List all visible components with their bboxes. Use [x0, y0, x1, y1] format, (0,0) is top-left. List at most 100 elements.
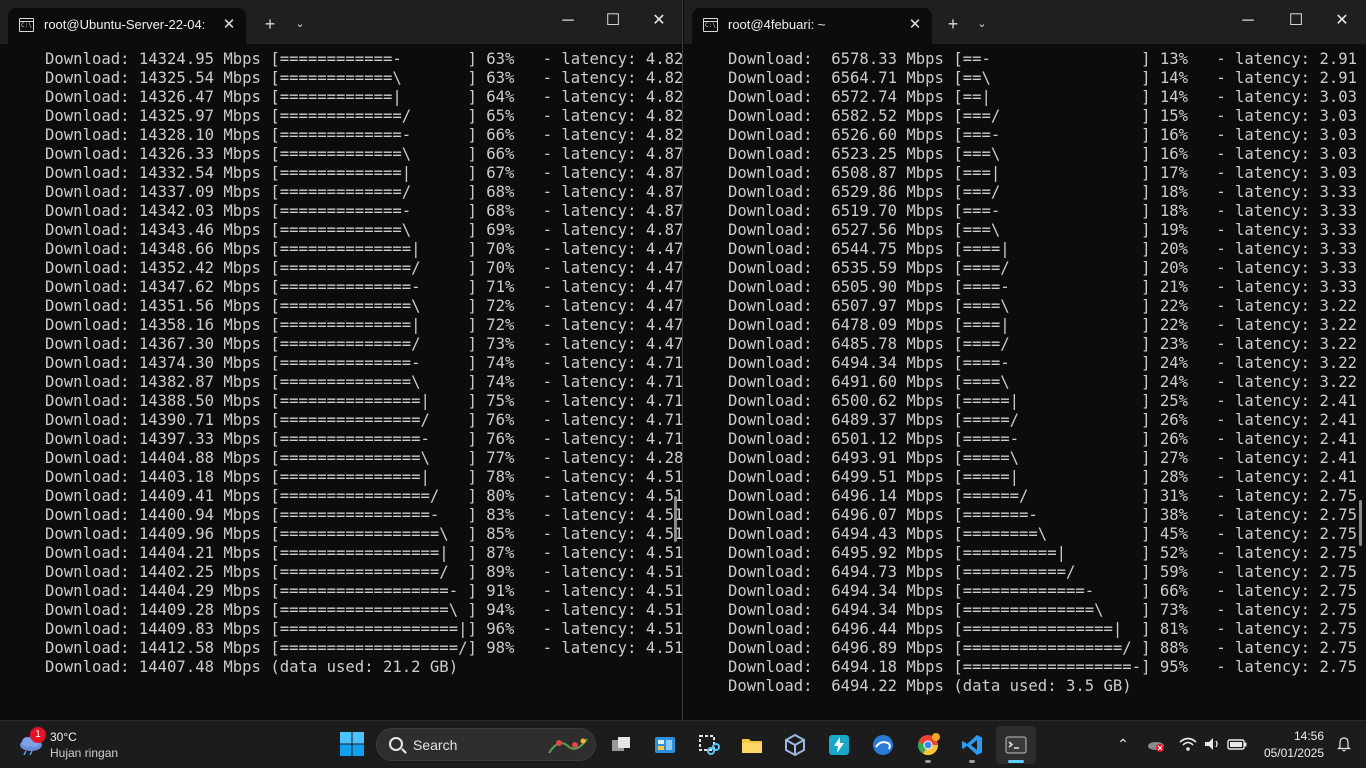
- tab-ubuntu-server[interactable]: root@Ubuntu-Server-22-04: ~ ✕: [8, 8, 246, 44]
- terminal-line: Download: 6544.75 Mbps [====| ] 20% - la…: [728, 240, 1358, 258]
- taskbar-file-explorer[interactable]: [732, 726, 772, 764]
- terminal-line: Download: 14388.50 Mbps [===============…: [45, 392, 683, 410]
- running-indicator: [969, 760, 975, 763]
- title-bar[interactable]: root@4febuari: ~ ✕ + ⌄ ─ ☐ ✕: [684, 0, 1366, 44]
- tab-title: root@Ubuntu-Server-22-04: ~: [44, 17, 204, 32]
- terminal-line: Download: 6496.14 Mbps [======/ ] 31% - …: [728, 487, 1358, 505]
- maximize-icon[interactable]: ☐: [1273, 4, 1319, 38]
- terminal-line: Download: 6494.43 Mbps [========\ ] 45% …: [728, 525, 1358, 543]
- terminal-line: Download: 6485.78 Mbps [====/ ] 23% - la…: [728, 335, 1358, 353]
- terminal-line: Download: 6494.34 Mbps [====- ] 24% - la…: [728, 354, 1358, 372]
- minimize-icon[interactable]: ─: [545, 4, 591, 38]
- terminal-line: Download: 14409.28 Mbps [===============…: [45, 601, 683, 619]
- terminal-line: Download: 6494.22 Mbps (data used: 3.5 G…: [728, 677, 1132, 695]
- taskbar-edge[interactable]: [863, 726, 903, 764]
- volume-icon[interactable]: [1202, 733, 1222, 755]
- running-indicator: [1008, 760, 1024, 763]
- weather-widget[interactable]: 1 30°C Hujan ringan: [18, 727, 138, 763]
- terminal-line: Download: 6535.59 Mbps [====/ ] 20% - la…: [728, 259, 1358, 277]
- taskbar-terminal[interactable]: [996, 726, 1036, 764]
- notification-bell-icon[interactable]: [1336, 736, 1352, 752]
- terminal-line: Download: 6572.74 Mbps [==| ] 14% - late…: [728, 88, 1358, 106]
- taskbar-power-automate[interactable]: [819, 726, 859, 764]
- wifi-icon[interactable]: [1178, 733, 1198, 755]
- terminal-icon: [1005, 736, 1027, 754]
- plus-icon[interactable]: +: [256, 10, 284, 38]
- terminal-line: Download: 14348.66 Mbps [==============|…: [45, 240, 683, 258]
- terminal-line: Download: 14382.87 Mbps [==============\…: [45, 373, 683, 391]
- command-prompt-icon: [19, 18, 34, 32]
- terminal-line: Download: 6495.92 Mbps [==========| ] 52…: [728, 544, 1358, 562]
- taskbar-task-view[interactable]: [601, 726, 641, 764]
- notification-badge: 1: [30, 727, 46, 743]
- terminal-line: Download: 14404.29 Mbps [===============…: [45, 582, 683, 600]
- terminal-output[interactable]: Download: 14324.95 Mbps [============- ]…: [0, 48, 682, 720]
- close-icon[interactable]: ✕: [1319, 4, 1365, 38]
- windows-logo-icon: [340, 732, 364, 756]
- scrollbar[interactable]: [1359, 500, 1362, 546]
- terminal-line: Download: 14403.18 Mbps [===============…: [45, 468, 683, 486]
- taskbar: 1 30°C Hujan ringan Search ⌃ 14:56 05/01…: [0, 720, 1366, 768]
- terminal-line: Download: 6526.60 Mbps [===- ] 16% - lat…: [728, 126, 1358, 144]
- terminal-line: Download: 6478.09 Mbps [====| ] 22% - la…: [728, 316, 1358, 334]
- terminal-line: Download: 14326.47 Mbps [============| ]…: [45, 88, 683, 106]
- terminal-line: Download: 6494.73 Mbps [===========/ ] 5…: [728, 563, 1358, 581]
- chevron-down-icon[interactable]: ⌄: [286, 10, 314, 38]
- terminal-line: Download: 6493.91 Mbps [=====\ ] 27% - l…: [728, 449, 1358, 467]
- terminal-line: Download: 14412.58 Mbps [===============…: [45, 639, 683, 657]
- terminal-line: Download: 6494.18 Mbps [================…: [728, 658, 1358, 676]
- terminal-line: Download: 6501.12 Mbps [=====- ] 26% - l…: [728, 430, 1358, 448]
- terminal-line: Download: 6496.89 Mbps [================…: [728, 639, 1358, 657]
- power-automate-icon: [829, 735, 849, 755]
- system-clock[interactable]: 14:56 05/01/2025: [1264, 728, 1324, 762]
- task-view-icon: [612, 737, 630, 751]
- terminal-line: Download: 14342.03 Mbps [=============- …: [45, 202, 683, 220]
- maximize-icon[interactable]: ☐: [590, 4, 636, 38]
- title-bar[interactable]: root@Ubuntu-Server-22-04: ~ ✕ + ⌄ ─ ☐ ✕: [0, 0, 682, 44]
- taskbar-snipping-tool[interactable]: [689, 726, 729, 764]
- chevron-up-icon[interactable]: ⌃: [1114, 733, 1132, 755]
- file-explorer-icon: [742, 739, 762, 753]
- taskbar-chrome[interactable]: [908, 726, 948, 764]
- terminal-line: Download: 14407.48 Mbps (data used: 21.2…: [45, 658, 459, 676]
- command-prompt-icon: [703, 18, 718, 32]
- tab-4febuari[interactable]: root@4febuari: ~ ✕: [692, 8, 932, 44]
- battery-icon[interactable]: [1226, 733, 1248, 755]
- terminal-line: Download: 14332.54 Mbps [=============| …: [45, 164, 683, 182]
- chevron-down-icon[interactable]: ⌄: [968, 10, 996, 38]
- snipping-tool-icon: [699, 735, 720, 755]
- taskbar-vscode[interactable]: [952, 726, 992, 764]
- terminal-line: Download: 14409.83 Mbps [===============…: [45, 620, 683, 638]
- terminal-line: Download: 6529.86 Mbps [===/ ] 18% - lat…: [728, 183, 1358, 201]
- start-button[interactable]: [338, 730, 366, 758]
- terminal-line: Download: 14325.97 Mbps [=============/ …: [45, 107, 683, 125]
- terminal-line: Download: 6578.33 Mbps [==- ] 13% - late…: [728, 50, 1358, 68]
- terminal-line: Download: 6527.56 Mbps [===\ ] 19% - lat…: [728, 221, 1358, 239]
- terminal-line: Download: 14409.41 Mbps [===============…: [45, 487, 683, 505]
- terminal-line: Download: 14351.56 Mbps [==============\…: [45, 297, 683, 315]
- minimize-icon[interactable]: ─: [1225, 4, 1271, 38]
- plus-icon[interactable]: +: [939, 10, 967, 38]
- search-box[interactable]: Search: [376, 728, 596, 761]
- weather-description: Hujan ringan: [50, 746, 119, 760]
- tab-title: root@4febuari: ~: [728, 17, 826, 32]
- terminal-line: Download: 6523.25 Mbps [===\ ] 16% - lat…: [728, 145, 1358, 163]
- taskbar-control-panel[interactable]: [645, 726, 685, 764]
- control-panel-icon: [655, 737, 675, 753]
- terminal-line: Download: 14326.33 Mbps [=============\ …: [45, 145, 683, 163]
- taskbar-virtualbox[interactable]: [775, 726, 815, 764]
- terminal-line: Download: 14367.30 Mbps [==============/…: [45, 335, 683, 353]
- terminal-line: Download: 6491.60 Mbps [====\ ] 24% - la…: [728, 373, 1358, 391]
- terminal-line: Download: 14374.30 Mbps [==============-…: [45, 354, 683, 372]
- terminal-line: Download: 14343.46 Mbps [=============\ …: [45, 221, 683, 239]
- terminal-line: Download: 6564.71 Mbps [==\ ] 14% - late…: [728, 69, 1358, 87]
- close-icon[interactable]: ✕: [636, 4, 682, 38]
- tab-close-icon[interactable]: ✕: [218, 14, 240, 36]
- terminal-line: Download: 6582.52 Mbps [===/ ] 15% - lat…: [728, 107, 1358, 125]
- tab-close-icon[interactable]: ✕: [904, 14, 926, 36]
- terminal-output[interactable]: Download: 6578.33 Mbps [==- ] 13% - late…: [684, 48, 1366, 720]
- scrollbar[interactable]: [674, 496, 677, 542]
- virtualbox-icon: [785, 733, 805, 757]
- onedrive-icon[interactable]: [1146, 733, 1166, 755]
- terminal-line: Download: 6500.62 Mbps [=====| ] 25% - l…: [728, 392, 1358, 410]
